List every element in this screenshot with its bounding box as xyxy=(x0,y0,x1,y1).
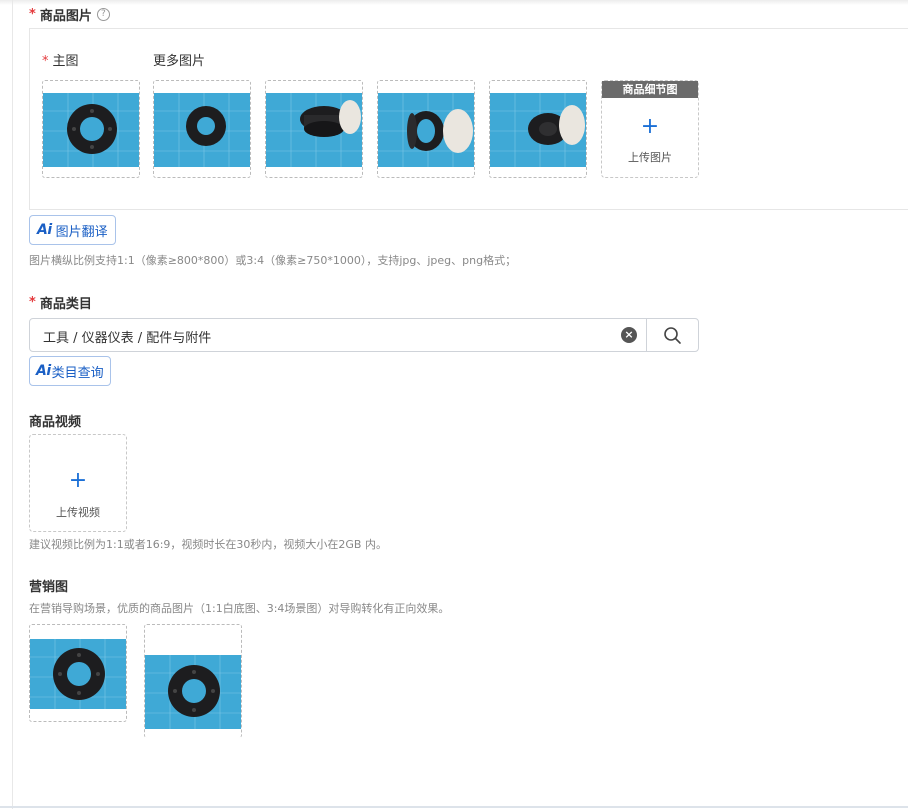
marketing-hint: 在营销导购场景，优质的商品图片（1:1白底图、3:4场景图）对导购转化有正向效果… xyxy=(29,602,450,615)
ai-image-translate-button[interactable]: Ai 图片翻译 xyxy=(29,215,116,245)
video-section-title: 商品视频 xyxy=(29,415,82,430)
clear-circle-icon[interactable]: × xyxy=(621,327,637,343)
ai-icon: Ai xyxy=(37,222,52,238)
video-hint: 建议视频比例为1:1或者16:9，视频时长在30秒内，视频大小在2GB 内。 xyxy=(29,538,387,551)
more-image-thumbnail[interactable] xyxy=(377,80,475,178)
images-section-title-text: 商品图片 xyxy=(39,9,92,24)
category-input[interactable]: 工具 / 仪器仪表 / 配件与附件 × xyxy=(29,318,699,352)
required-mark: * xyxy=(42,54,49,69)
question-circle-icon[interactable]: ? xyxy=(96,8,110,21)
detail-image-tag: 商品细节图 xyxy=(602,81,698,98)
category-section-title: * 商品类目 xyxy=(29,293,92,312)
search-icon xyxy=(664,327,681,344)
plus-icon: + xyxy=(640,114,660,139)
images-hint: 图片横纵比例支持1:1（像素≥800*800）或3:4（像素≥750*1000）… xyxy=(29,254,517,267)
main-image-label-text: 主图 xyxy=(52,54,79,69)
upload-video-button[interactable]: + 上传视频 xyxy=(29,434,127,532)
more-image-thumbnail[interactable] xyxy=(153,80,251,178)
marketing-section-title: 营销图 xyxy=(29,580,69,595)
upload-detail-image-button[interactable]: 商品细节图 + 上传图片 xyxy=(601,80,699,178)
required-mark: * xyxy=(29,295,36,310)
ai-category-query-button[interactable]: Ai 类目查询 xyxy=(29,356,111,386)
required-mark: * xyxy=(29,7,36,22)
main-image-thumbnail[interactable] xyxy=(42,80,140,178)
left-divider xyxy=(12,0,13,809)
images-section-title: * 商品图片 ? xyxy=(29,5,110,24)
marketing-square-image[interactable] xyxy=(29,624,127,722)
category-search-button[interactable] xyxy=(646,319,699,351)
category-value: 工具 / 仪器仪表 / 配件与附件 xyxy=(43,331,212,346)
top-shadow xyxy=(0,0,908,5)
more-images-label: 更多图片 xyxy=(153,54,206,69)
upload-image-label: 上传图片 xyxy=(628,151,672,164)
ai-icon: Ai xyxy=(36,363,51,379)
bottom-divider xyxy=(0,806,908,808)
plus-icon: + xyxy=(68,468,88,493)
ai-category-query-label: 类目查询 xyxy=(51,365,104,381)
more-image-thumbnail[interactable] xyxy=(489,80,587,178)
marketing-portrait-image[interactable] xyxy=(144,624,242,738)
category-section-title-text: 商品类目 xyxy=(39,297,92,312)
main-image-label: * 主图 xyxy=(42,50,79,69)
ai-image-translate-label: 图片翻译 xyxy=(55,224,108,240)
upload-video-label: 上传视频 xyxy=(56,506,100,519)
more-image-thumbnail[interactable] xyxy=(265,80,363,178)
